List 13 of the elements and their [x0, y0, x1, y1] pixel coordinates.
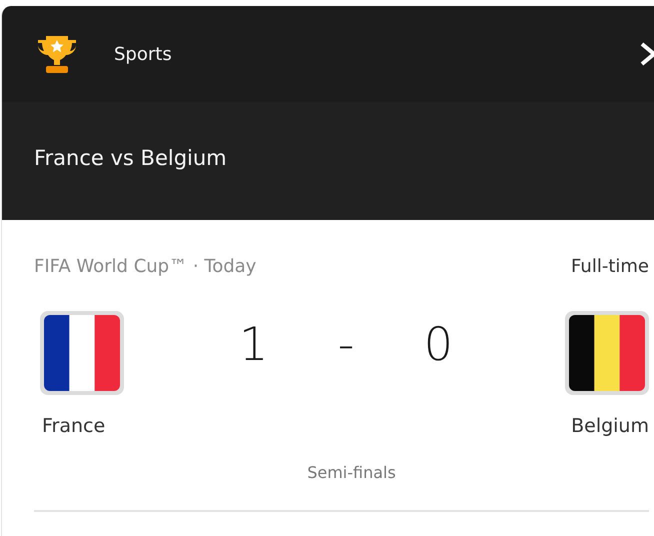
competition-label: FIFA World Cup™ · Today [34, 256, 256, 277]
stage-label: Semi-finals [307, 463, 396, 482]
team-name: Belgium [571, 415, 649, 437]
flag-icon [40, 311, 124, 395]
close-icon[interactable] [640, 41, 654, 67]
match-title: France vs Belgium [34, 146, 227, 170]
score: 0 [424, 317, 453, 371]
header-title: Sports [114, 44, 173, 64]
match-status: Full-time [571, 256, 649, 277]
score-separator: - [338, 317, 354, 371]
score: 1 [239, 317, 268, 371]
team-name: France [42, 415, 106, 437]
flag-icon [565, 311, 649, 395]
